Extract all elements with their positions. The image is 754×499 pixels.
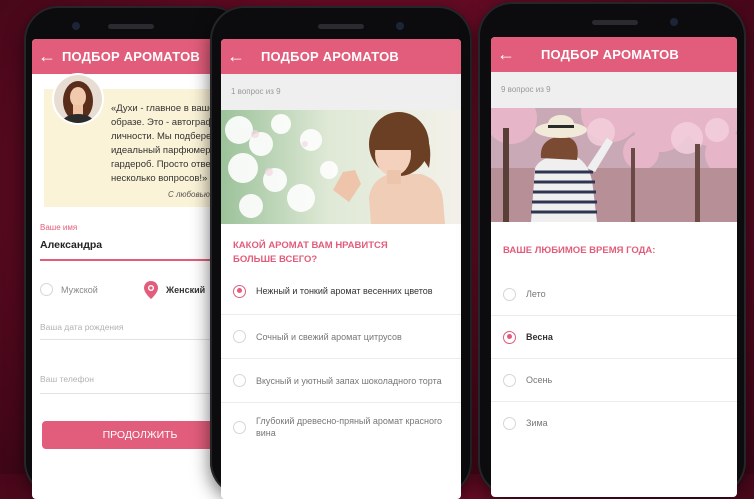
- back-arrow-icon[interactable]: ←: [32, 39, 62, 74]
- app-bar: ← ПОДБОР АРОМАТОВ: [32, 39, 238, 74]
- radio-unselected[interactable]: [503, 416, 516, 430]
- app-title: ПОДБОР АРОМАТОВ: [541, 47, 679, 62]
- question-text: КАКОЙ АРОМАТ ВАМ НРАВИТСЯ БОЛЬШЕ ВСЕГО?: [233, 240, 388, 265]
- progress-text: 9 вопрос из 9: [491, 72, 737, 108]
- answer-label: Лето: [526, 289, 546, 299]
- name-label: Ваше имя: [40, 223, 78, 232]
- avatar: [54, 75, 102, 123]
- radio-unselected[interactable]: [233, 420, 246, 434]
- back-arrow-icon[interactable]: ←: [221, 39, 251, 74]
- phone-center: ← ПОДБОР АРОМАТОВ 1 вопрос из 9 КАКОЙ АР…: [210, 6, 472, 499]
- birthdate-underline: [40, 339, 238, 340]
- phone-speaker: [108, 24, 154, 29]
- answer-option-4[interactable]: Зима: [491, 402, 737, 444]
- answer-option-3[interactable]: Осень: [491, 359, 737, 402]
- gender-female-label: Женский: [166, 285, 206, 295]
- name-input[interactable]: Александра: [40, 239, 102, 251]
- phone-speaker: [592, 20, 638, 25]
- map-pin-icon: [144, 281, 158, 299]
- screen-contact-form: ← ПОДБОР АРОМАТОВ «Духи - главное в ваше…: [32, 39, 238, 499]
- phone-camera: [670, 18, 678, 26]
- quote-signature: С любовью,: [168, 190, 213, 199]
- gender-male-label: Мужской: [61, 284, 98, 295]
- screen-question-1: ← ПОДБОР АРОМАТОВ 1 вопрос из 9 КАКОЙ АР…: [221, 39, 461, 499]
- phone-camera: [72, 22, 80, 30]
- phone-camera: [396, 22, 404, 30]
- app-title: ПОДБОР АРОМАТОВ: [62, 49, 200, 64]
- radio-unselected[interactable]: [503, 373, 516, 387]
- answer-label: Сочный и свежий аромат цитрусов: [256, 331, 402, 342]
- answer-option-2[interactable]: Сочный и свежий аромат цитрусов: [221, 315, 461, 359]
- radio-male[interactable]: [40, 283, 53, 296]
- answer-label: Осень: [526, 375, 553, 385]
- app-bar: ← ПОДБОР АРОМАТОВ: [491, 37, 737, 72]
- radio-selected[interactable]: [233, 284, 246, 298]
- phone-right: ← ПОДБОР АРОМАТОВ 9 вопрос из 9 ВАШЕ ЛЮБ…: [478, 2, 746, 497]
- app-bar: ← ПОДБОР АРОМАТОВ: [221, 39, 461, 74]
- answer-option-3[interactable]: Вкусный и уютный запах шоколадного торта: [221, 359, 461, 403]
- progress-text: 1 вопрос из 9: [221, 74, 461, 110]
- radio-unselected[interactable]: [503, 287, 516, 301]
- question-text: ВАШЕ ЛЮБИМОЕ ВРЕМЯ ГОДА:: [503, 245, 656, 256]
- app-title: ПОДБОР АРОМАТОВ: [261, 49, 399, 64]
- name-underline: [40, 259, 238, 261]
- phone-underline: [40, 393, 238, 394]
- birthdate-input[interactable]: Ваша дата рождения: [40, 322, 123, 332]
- quote-text-continued: [46, 129, 54, 130]
- screen-question-9: ← ПОДБОР АРОМАТОВ 9 вопрос из 9 ВАШЕ ЛЮБ…: [491, 37, 737, 497]
- radio-selected[interactable]: [503, 330, 516, 344]
- answer-option-1[interactable]: Нежный и тонкий аромат весенних цветов: [221, 268, 461, 315]
- woman-flowers-photo: [221, 110, 461, 224]
- phone-input[interactable]: Ваш телефон: [40, 374, 94, 384]
- gender-female-option[interactable]: Женский: [144, 281, 205, 299]
- answer-option-2[interactable]: Весна: [491, 316, 737, 359]
- back-arrow-icon[interactable]: ←: [491, 37, 521, 72]
- answer-label: Вкусный и уютный запах шоколадного торта: [256, 375, 442, 386]
- answer-label: Нежный и тонкий аромат весенних цветов: [256, 286, 433, 296]
- woman-blossom-park-photo: [491, 108, 737, 222]
- answer-label: Зима: [526, 418, 548, 428]
- phone-speaker: [318, 24, 364, 29]
- radio-unselected[interactable]: [233, 374, 246, 387]
- answer-label: Глубокий древесно-пряный аромат красного…: [256, 416, 443, 438]
- answer-option-4[interactable]: Глубокий древесно-пряный аромат красного…: [221, 403, 461, 451]
- continue-button[interactable]: ПРОДОЛЖИТЬ: [42, 421, 238, 449]
- answer-label: Весна: [526, 332, 553, 342]
- answer-option-1[interactable]: Лето: [491, 273, 737, 316]
- gender-male-option[interactable]: Мужской: [40, 283, 98, 296]
- radio-unselected[interactable]: [233, 330, 246, 343]
